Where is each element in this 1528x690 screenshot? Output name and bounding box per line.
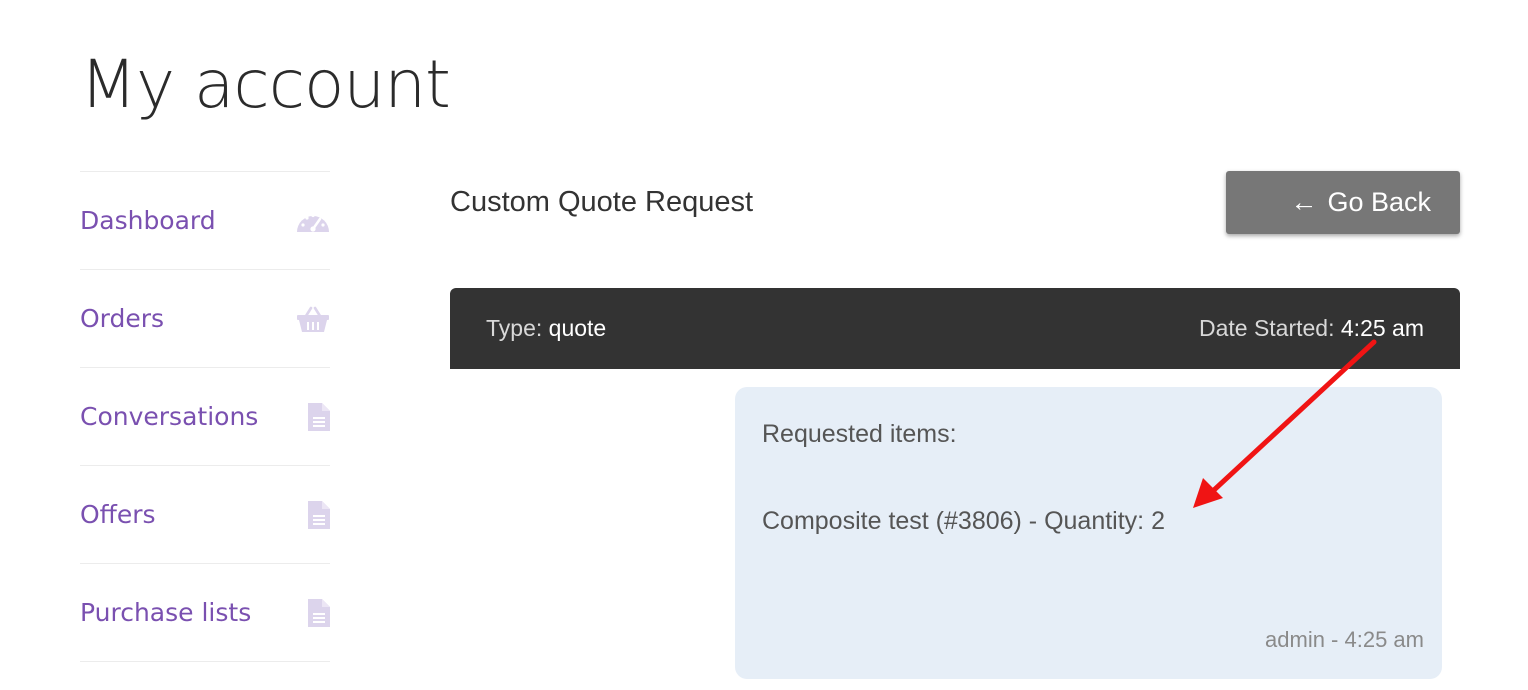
message-bubble: Requested items: Composite test (#3806) …	[735, 387, 1442, 679]
sidebar-item-dashboard[interactable]: Dashboard	[80, 171, 330, 269]
go-back-label: Go Back	[1327, 187, 1431, 217]
document-icon	[296, 402, 330, 432]
date-started-value: 4:25 am	[1340, 315, 1424, 341]
message-title: Requested items:	[762, 420, 957, 448]
sidebar-item-purchase-lists[interactable]: Purchase lists	[80, 563, 330, 662]
sidebar-item-label: Offers	[80, 500, 156, 529]
sidebar-item-label: Purchase lists	[80, 598, 252, 627]
type-label: Type:	[486, 315, 543, 341]
requested-item: Composite test (#3806) - Quantity: 2	[762, 507, 1165, 535]
date-started-label: Date Started:	[1198, 315, 1335, 341]
document-icon	[296, 598, 330, 628]
document-icon	[296, 500, 330, 530]
dashboard-gauge-icon	[296, 206, 330, 236]
message-meta-separator: -	[1324, 627, 1345, 652]
arrow-left-icon: ←	[1290, 187, 1318, 217]
page-title: My account	[80, 46, 451, 123]
sidebar-item-label: Conversations	[80, 402, 259, 431]
message-time: 4:25 am	[1344, 627, 1425, 652]
go-back-button[interactable]: ← Go Back	[1226, 171, 1460, 234]
sidebar-item-offers[interactable]: Offers	[80, 465, 330, 563]
type-value: quote	[548, 315, 607, 341]
sidebar-item-label: Dashboard	[80, 206, 216, 235]
sidebar-item-label: Orders	[80, 304, 165, 333]
message-author: admin	[1265, 627, 1325, 652]
basket-icon	[296, 304, 330, 334]
sidebar-item-orders[interactable]: Orders	[80, 269, 330, 367]
message-meta: admin - 4:25 am	[1265, 627, 1424, 653]
conversation-date: Date Started: 4:25 am	[1199, 315, 1424, 342]
conversation-title: Custom Quote Request	[450, 186, 754, 218]
conversation-type: Type: quote	[486, 315, 606, 342]
conversation-header: Type: quote Date Started: 4:25 am	[450, 288, 1460, 369]
account-navigation: Dashboard Orders Conversations Offers Pu…	[80, 171, 330, 662]
sidebar-item-conversations[interactable]: Conversations	[80, 367, 330, 465]
